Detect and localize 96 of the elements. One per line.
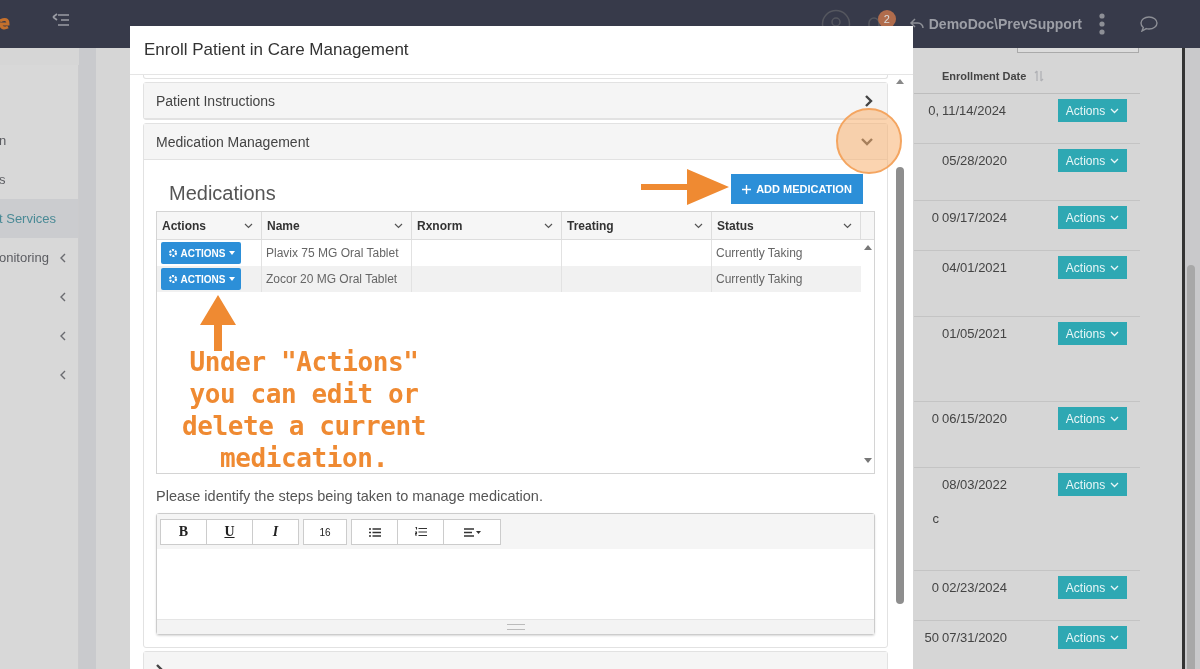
table-cell: 0,: [928, 103, 939, 118]
logo-icon: [0, 17, 10, 31]
table-cell: 50: [924, 630, 939, 645]
sidebar-item[interactable]: s: [0, 160, 78, 199]
caret-icon: [1110, 584, 1120, 591]
caret-icon: [1110, 157, 1120, 164]
table-cell-text: 08/03/2022: [942, 477, 1009, 492]
menu-collapse-icon[interactable]: [52, 12, 70, 28]
arrow-right-icon: [641, 168, 731, 206]
chevron-icon: [60, 369, 66, 380]
add-medication-button[interactable]: ADD MEDICATION: [731, 174, 863, 204]
actions-button[interactable]: Actions: [1058, 407, 1127, 430]
scroll-down-icon[interactable]: [863, 458, 872, 463]
chevron-icon: [60, 330, 66, 341]
reply-icon: [909, 18, 924, 30]
actions-dropdown-button[interactable]: ACTIONS: [161, 242, 241, 264]
bold-button[interactable]: B: [160, 519, 207, 545]
caret-icon: [843, 222, 852, 229]
gear-icon: [167, 248, 178, 258]
numbered-list-icon: [414, 527, 427, 537]
arrow-up-icon: [199, 295, 237, 351]
actions-button[interactable]: Actions: [1058, 206, 1127, 229]
column-header[interactable]: Status: [712, 212, 861, 239]
caret-icon: [1110, 481, 1120, 488]
table-cell: 0: [931, 580, 939, 595]
table-cell-text: 09/17/2024: [942, 210, 1009, 225]
actions-button[interactable]: Actions: [1058, 256, 1127, 279]
table-cell: Zocor 20 MG Oral Tablet: [266, 272, 398, 286]
size-button[interactable]: 16: [303, 519, 347, 545]
column-header[interactable]: Treating: [562, 212, 712, 239]
caret-icon: [694, 222, 703, 229]
scrollbar-thumb[interactable]: [1187, 265, 1195, 669]
caret-icon: [244, 222, 253, 229]
table-cell-text: 07/31/2020: [942, 630, 1009, 645]
caret-icon: [394, 222, 403, 229]
chat-icon[interactable]: [1140, 16, 1158, 32]
scrollbar-thumb[interactable]: [896, 167, 904, 604]
table-cell-text: 01/05/2021: [942, 326, 1009, 341]
table-cell-text: 06/15/2020: [942, 411, 1009, 426]
chevron-icon: [60, 252, 66, 263]
numbers-button[interactable]: [397, 519, 444, 545]
column-header[interactable]: Name: [262, 212, 412, 239]
table-cell-text: 02/23/2024: [942, 580, 1009, 595]
bullets-button[interactable]: [351, 519, 398, 545]
accordion-header[interactable]: Patient Instructions: [144, 83, 887, 119]
column-header[interactable]: Rxnorm: [412, 212, 562, 239]
user-name[interactable]: DemoDoc\PrevSupport: [928, 16, 1082, 32]
section-heading: Medications: [169, 181, 276, 205]
chevron-right-icon: [865, 94, 873, 107]
table-cell: Currently Taking: [716, 246, 803, 260]
chevron-icon: [60, 291, 66, 302]
caret-icon: [1110, 634, 1120, 641]
gear-icon: [167, 274, 178, 284]
caret-icon: [1110, 415, 1120, 422]
accordion-header[interactable]: Medication Management: [144, 124, 887, 160]
align-icon: [463, 527, 481, 537]
actions-button[interactable]: Actions: [1058, 576, 1127, 599]
text-editor[interactable]: B U I 16: [156, 513, 875, 635]
italic-button[interactable]: I: [252, 519, 299, 545]
table-cell-text: 11/14/2024: [942, 103, 1008, 118]
caret-icon: [544, 222, 553, 229]
actions-button[interactable]: Actions: [1058, 473, 1127, 496]
annotation-text: Under "Actions" you can edit or delete a current medication.: [180, 346, 428, 474]
scroll-up-icon[interactable]: [863, 245, 872, 250]
actions-button[interactable]: Actions: [1058, 626, 1127, 649]
modal-title: Enroll Patient in Care Management: [144, 40, 409, 60]
column-header[interactable]: Enrollment Date: [942, 70, 1027, 82]
caret-icon: [1110, 214, 1120, 221]
caret-icon: [228, 277, 235, 281]
table-cell-text: 05/28/2020: [942, 153, 1009, 168]
caret-icon: [228, 251, 235, 255]
caret-icon: [1110, 107, 1120, 114]
actions-button[interactable]: Actions: [1058, 149, 1127, 172]
table-cell: Currently Taking: [716, 272, 803, 286]
scroll-up-icon[interactable]: [896, 79, 904, 84]
actions-button[interactable]: Actions: [1058, 99, 1127, 122]
bullet-list-icon: [368, 527, 381, 537]
table-cell-text: 04/01/2021: [942, 260, 1009, 275]
more-icon[interactable]: [1099, 13, 1105, 35]
sidebar-item[interactable]: onitoring: [0, 238, 78, 277]
table-cell: 0: [931, 210, 939, 225]
underline-button[interactable]: U: [206, 519, 253, 545]
actions-button[interactable]: Actions: [1058, 322, 1127, 345]
field-label: Please identify the steps being taken to manage medication.: [156, 488, 544, 504]
table-cell: 0: [931, 411, 939, 426]
table-cell: Plavix 75 MG Oral Tablet: [266, 246, 399, 260]
caret-icon: [1110, 264, 1120, 271]
sidebar-item[interactable]: n: [0, 121, 78, 160]
caret-icon: [1110, 330, 1120, 337]
chevron-down-icon: [861, 137, 873, 146]
plus-icon: [742, 184, 752, 194]
actions-dropdown-button[interactable]: ACTIONS: [161, 268, 241, 290]
align-button[interactable]: [443, 519, 501, 545]
column-header[interactable]: Actions: [157, 212, 262, 239]
table-cell: c: [932, 511, 939, 526]
filter-field[interactable]: [1017, 48, 1139, 53]
